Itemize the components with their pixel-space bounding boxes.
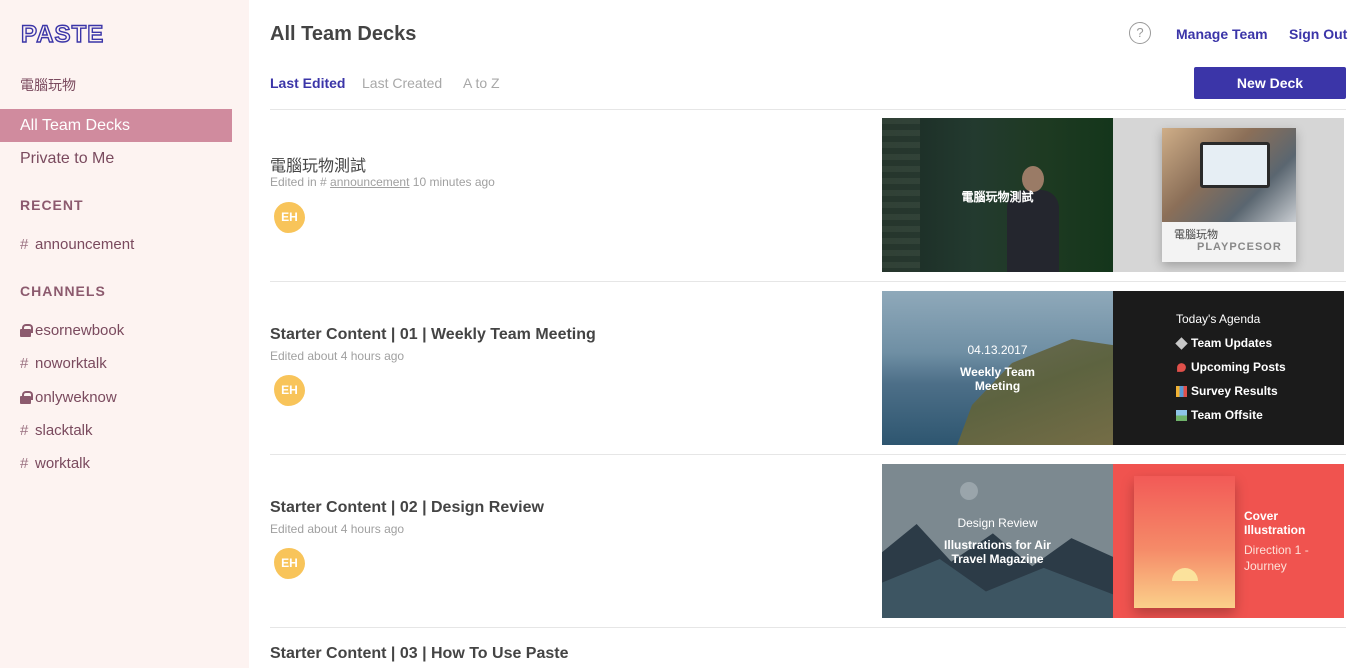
page-title: All Team Decks	[270, 23, 417, 45]
channels-label: CHANNELS	[20, 283, 106, 299]
slide-poster	[1134, 476, 1235, 608]
slide-heading: Design Review	[957, 516, 1038, 530]
sign-out-link[interactable]: Sign Out	[1289, 26, 1347, 42]
agenda-item-label: Team Updates	[1191, 336, 1273, 350]
slide-card: 電腦玩物 PLAYPCESOR	[1162, 128, 1296, 262]
paste-logo[interactable]: PASTE	[20, 20, 104, 49]
slide-label: Direction 1 - Journey	[1244, 543, 1309, 573]
avatar[interactable]: EH	[274, 202, 305, 233]
slide-caption: Illustrations for Air Travel Magazine	[944, 538, 1051, 566]
slide-sun	[1172, 568, 1198, 581]
deck-title[interactable]: Starter Content | 01 | Weekly Team Meeti…	[270, 326, 596, 344]
slide-thumbnail[interactable]: Today's Agenda Team Updates Upcoming Pos…	[1113, 291, 1344, 445]
slide-caption: Weekly Team Meeting	[960, 365, 1035, 393]
slide-decoration	[882, 118, 920, 272]
avatar[interactable]: EH	[274, 375, 305, 406]
channel-worktalk[interactable]: # worktalk	[20, 455, 90, 472]
hash-icon: #	[20, 422, 29, 439]
landscape-icon	[1176, 409, 1187, 421]
channel-name: slacktalk	[35, 422, 93, 439]
agenda-item: Team Updates	[1175, 336, 1273, 350]
channel-name: onlyweknow	[35, 389, 117, 406]
slide-photo	[1162, 128, 1296, 222]
slide-label-bold: Cover Illustration	[1244, 509, 1306, 537]
slide-thumbnail[interactable]: 04.13.2017 Weekly Team Meeting	[882, 291, 1113, 445]
agenda-item: Upcoming Posts	[1176, 360, 1286, 374]
channel-name: noworktalk	[35, 355, 107, 372]
diamond-icon	[1175, 336, 1188, 350]
agenda-item-label: Survey Results	[1191, 384, 1278, 398]
sort-tab-last-edited[interactable]: Last Edited	[270, 75, 345, 91]
team-name[interactable]: 電腦玩物	[20, 75, 76, 95]
agenda-heading: Today's Agenda	[1176, 312, 1261, 326]
hash-icon: #	[20, 455, 29, 472]
deck-meta: Edited in # announcement 10 minutes ago	[270, 175, 495, 189]
deck-meta: Edited about 4 hours ago	[270, 349, 405, 363]
deck-meta: Edited about 4 hours ago	[270, 522, 405, 536]
hash-icon: #	[20, 236, 29, 253]
sidebar: PASTE 電腦玩物 All Team Decks Private to Me …	[0, 0, 249, 668]
channel-onlyweknow[interactable]: onlyweknow	[20, 389, 117, 406]
slide-card-title: 電腦玩物	[1174, 229, 1218, 241]
recent-channel-announcement[interactable]: # announcement	[20, 236, 134, 253]
nav-private-to-me[interactable]: Private to Me	[0, 142, 232, 175]
channel-name: worktalk	[35, 455, 91, 472]
agenda-item-label: Upcoming Posts	[1191, 360, 1286, 374]
lock-icon	[20, 324, 33, 337]
hash-icon: #	[20, 355, 29, 372]
divider	[270, 109, 1346, 110]
new-deck-button[interactable]: New Deck	[1194, 67, 1346, 99]
sort-tab-a-to-z[interactable]: A to Z	[463, 75, 500, 91]
sort-tab-last-created[interactable]: Last Created	[362, 75, 442, 91]
agenda-item-label: Team Offsite	[1191, 408, 1263, 422]
channel-slacktalk[interactable]: # slacktalk	[20, 422, 93, 439]
nav-all-team-decks[interactable]: All Team Decks	[0, 109, 232, 142]
deck-title[interactable]: Starter Content | 03 | How To Use Paste	[270, 645, 569, 663]
slide-thumbnail[interactable]: Design Review Illustrations for Air Trav…	[882, 464, 1113, 618]
deck-title[interactable]: Starter Content | 02 | Design Review	[270, 499, 544, 517]
channel-name: esornewbook	[35, 322, 125, 339]
divider	[270, 454, 1346, 455]
recent-label: RECENT	[20, 197, 84, 213]
deck-meta-prefix: Edited in #	[270, 175, 331, 189]
pin-icon	[1177, 362, 1186, 372]
deck-title[interactable]: 電腦玩物測試	[270, 152, 366, 176]
channel-esornewbook[interactable]: esornewbook	[20, 322, 124, 339]
deck-channel-link[interactable]: announcement	[330, 175, 409, 189]
slide-card-subtitle: PLAYPCESOR	[1197, 241, 1282, 253]
laptop-image	[1200, 142, 1270, 188]
channel-noworktalk[interactable]: # noworktalk	[20, 355, 107, 372]
slide-caption: 電腦玩物測試	[961, 190, 1034, 204]
chart-icon	[1176, 385, 1187, 397]
deck-meta-suffix: 10 minutes ago	[409, 175, 495, 189]
divider	[270, 627, 1346, 628]
slide-thumbnail[interactable]: 電腦玩物測試	[882, 118, 1113, 272]
lock-icon	[20, 391, 33, 404]
slide-thumbnail[interactable]: Cover Illustration Direction 1 - Journey	[1113, 464, 1344, 618]
avatar[interactable]: EH	[274, 548, 305, 579]
agenda-item: Team Offsite	[1176, 408, 1263, 422]
divider	[270, 281, 1346, 282]
channel-name: announcement	[35, 236, 135, 253]
slide-date: 04.13.2017	[967, 343, 1028, 357]
slide-moon	[960, 482, 978, 500]
manage-team-link[interactable]: Manage Team	[1176, 26, 1268, 42]
agenda-item: Survey Results	[1176, 384, 1278, 398]
slide-thumbnail[interactable]: 電腦玩物 PLAYPCESOR	[1113, 118, 1344, 272]
help-icon[interactable]: ?	[1129, 22, 1151, 44]
